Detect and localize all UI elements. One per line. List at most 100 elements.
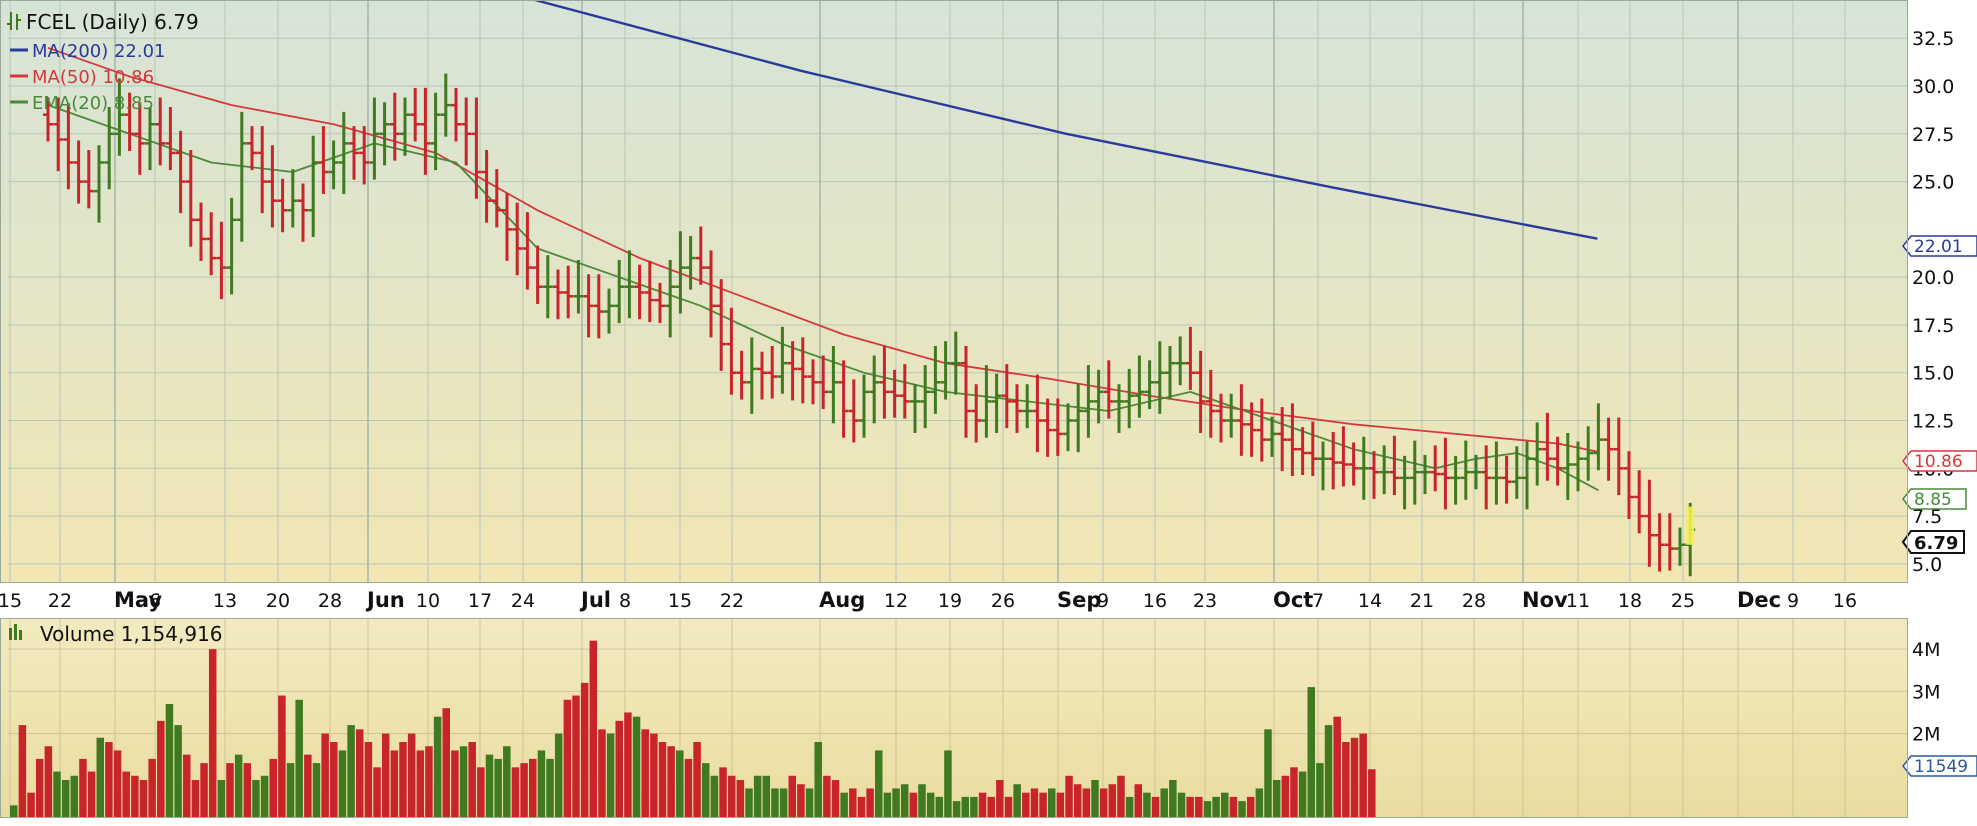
volume-bar	[1368, 769, 1376, 818]
volume-bar	[589, 640, 598, 818]
volume-bar	[356, 729, 364, 818]
volume-bar	[1342, 742, 1350, 818]
date-tick-label: 15	[0, 590, 22, 612]
volume-bar	[753, 775, 762, 818]
ma50-tag-text: 10.86	[1914, 452, 1963, 472]
volume-bar	[105, 742, 113, 818]
volume-bar	[650, 733, 658, 818]
volume-bar	[330, 742, 338, 818]
volume-bar	[1272, 780, 1281, 818]
volume-bar	[1238, 801, 1246, 818]
volume-bar	[1125, 796, 1134, 818]
volume-bar	[191, 780, 200, 818]
volume-bar	[1290, 767, 1298, 818]
volume-bar	[797, 784, 805, 818]
volume-bar	[425, 746, 433, 818]
volume-bar	[1195, 796, 1203, 818]
date-tick-label: 25	[1671, 590, 1695, 612]
volume-bar	[416, 750, 425, 818]
volume-bar	[719, 767, 727, 818]
legend-ma200-text: MA(200) 22.01	[32, 41, 166, 62]
date-tick-label: 7	[1312, 590, 1324, 612]
volume-bar	[900, 784, 909, 818]
ma50-price-tag: 10.86	[1902, 450, 1977, 472]
chart-svg: 32.530.027.525.020.017.515.012.510.07.55…	[0, 0, 1977, 818]
price-tick-label: 30.0	[1912, 76, 1954, 98]
volume-bar	[745, 788, 753, 818]
volume-bar	[477, 767, 485, 818]
volume-tick-label: 4M	[1912, 639, 1940, 661]
volume-bar	[1134, 784, 1142, 818]
volume-bar	[563, 699, 572, 818]
date-tick-label: 28	[318, 590, 342, 612]
volume-bar	[468, 742, 476, 818]
volume-bar	[676, 750, 684, 818]
volume-bar	[433, 716, 442, 818]
date-tick-label: 14	[1358, 590, 1382, 612]
volume-bar	[217, 780, 226, 818]
volume-bar	[390, 750, 399, 818]
price-panel-bg	[0, 0, 1908, 583]
volume-bar	[1117, 775, 1125, 818]
price-tick-label: 17.5	[1912, 315, 1954, 337]
volume-bar	[459, 746, 468, 818]
volume-legend: Volume 1,154,916	[9, 622, 223, 646]
date-tick-label: Nov	[1522, 588, 1568, 612]
ema20-tag-text: 8.85	[1914, 490, 1952, 510]
volume-bar	[338, 750, 347, 818]
volume-bar	[632, 716, 641, 818]
volume-bar	[113, 750, 122, 818]
volume-bar	[529, 758, 537, 818]
volume-bar	[44, 746, 53, 818]
volume-bar	[208, 649, 217, 818]
volume-bar	[1073, 784, 1082, 818]
volume-bar	[1281, 775, 1290, 818]
volume-bar	[883, 792, 892, 818]
stock-chart: 32.530.027.525.020.017.515.012.510.07.55…	[0, 0, 1977, 822]
volume-bar	[494, 758, 502, 818]
volume-bar	[122, 771, 130, 818]
volume-bar	[909, 792, 918, 818]
volume-bar	[96, 737, 104, 818]
volume-bar	[139, 780, 148, 818]
volume-bar	[87, 771, 96, 818]
volume-bar	[1333, 716, 1341, 818]
volume-bar	[1143, 792, 1151, 818]
date-tick-label: 21	[1410, 590, 1434, 612]
volume-bar	[1177, 792, 1186, 818]
volume-bar	[944, 750, 952, 818]
volume-bar	[1186, 796, 1194, 818]
volume-bar	[866, 788, 874, 818]
volume-bar	[252, 780, 260, 818]
volume-bar	[762, 775, 771, 818]
volume-bar	[580, 682, 589, 818]
volume-bar	[788, 775, 796, 818]
volume-bar	[771, 788, 779, 818]
volume-bar	[727, 775, 736, 818]
volume-bar	[1099, 788, 1108, 818]
date-tick-label: 24	[511, 590, 535, 612]
volume-bar	[1203, 801, 1212, 818]
volume-bar	[1082, 788, 1091, 818]
date-tick-label: 15	[668, 590, 692, 612]
volume-bar	[702, 763, 710, 818]
volume-bar	[18, 725, 27, 818]
volume-bar	[347, 725, 355, 818]
volume-bar	[892, 788, 900, 818]
date-tick-label: 19	[938, 590, 962, 612]
date-tick-label: Aug	[819, 588, 865, 612]
date-tick-label: Sep	[1057, 588, 1101, 612]
volume-bar	[606, 733, 615, 818]
volume-bar	[399, 742, 407, 818]
volume-bar	[572, 695, 580, 818]
price-tick-label: 20.0	[1912, 267, 1954, 289]
volume-bar	[27, 792, 35, 818]
volume-bar	[407, 733, 416, 818]
volume-bar	[987, 796, 995, 818]
volume-bar	[615, 720, 623, 818]
volume-bar	[684, 758, 693, 818]
volume-bar	[554, 733, 563, 818]
volume-bar	[624, 712, 632, 818]
volume-bar	[451, 750, 459, 818]
volume-bar	[321, 733, 329, 818]
